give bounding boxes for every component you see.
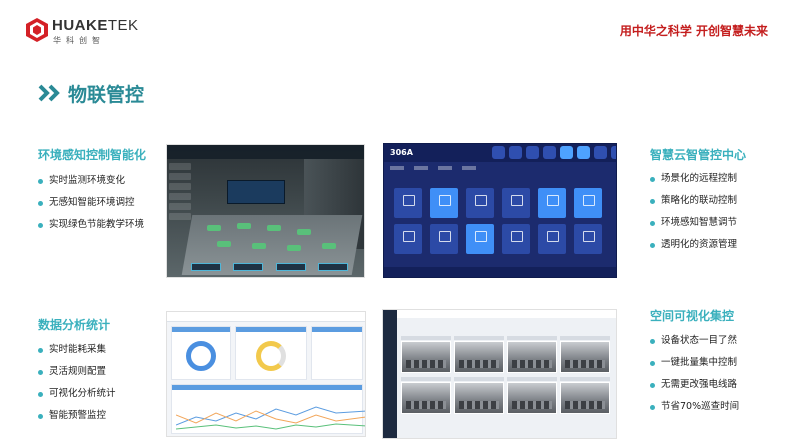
dashboard-header <box>167 312 365 322</box>
brand-logo: HUAKETEK 华科创智 <box>26 16 146 45</box>
device-tile-grid <box>394 188 602 254</box>
panel-topbar: 306A <box>384 144 616 162</box>
list-item: 环境感知智慧调节 <box>650 212 737 234</box>
panel-footer <box>384 267 616 277</box>
desk-icon <box>287 245 301 251</box>
panel-tabs <box>390 166 476 170</box>
scene-bar <box>185 263 354 273</box>
camera-sidebar <box>383 310 397 438</box>
device-tile <box>538 188 566 218</box>
dashboard-card <box>171 326 231 380</box>
bullet-list-space-visual: 设备状态一目了然 一键批量集中控制 无需更改强电线路 节省70%巡查时间 <box>650 330 739 418</box>
list-item: 一键批量集中控制 <box>650 352 739 374</box>
section-title-text: 物联管控 <box>68 83 145 106</box>
camera-view <box>454 382 504 414</box>
list-item: 策略化的联动控制 <box>650 190 737 212</box>
bullet-list-environment: 实时监测环境变化 无感知智能环境调控 实现绿色节能教学环境 <box>38 170 144 236</box>
list-item: 灵活规则配置 <box>38 361 116 383</box>
list-item: 实时能耗采集 <box>38 339 116 361</box>
brand-name: HUAKETEK <box>52 17 139 34</box>
device-tile <box>430 224 458 254</box>
list-item: 实时监测环境变化 <box>38 170 144 192</box>
list-item: 设备状态一目了然 <box>650 330 739 352</box>
device-tile <box>466 224 494 254</box>
statistics-dashboard-screenshot <box>166 311 366 437</box>
brand-name-part1: HUAKE <box>52 17 108 34</box>
room-display <box>227 180 285 204</box>
bullet-list-data-analysis: 实时能耗采集 灵活规则配置 可视化分析统计 智能预警监控 <box>38 339 116 427</box>
environment-3d-screenshot <box>166 144 365 278</box>
control-panel-screenshot: 306A <box>383 143 617 278</box>
hex-cube-logo-icon <box>26 18 48 42</box>
desk-icon <box>237 223 251 229</box>
dashboard-card <box>311 326 363 380</box>
brand-name-part2: TEK <box>107 17 139 34</box>
list-item: 实现绿色节能教学环境 <box>38 214 144 236</box>
device-tile <box>502 224 530 254</box>
camera-grid-screenshot <box>382 309 617 439</box>
screenshot-header <box>167 145 364 159</box>
room-number: 306A <box>390 148 413 157</box>
camera-view <box>560 382 610 414</box>
block-title-space-visual: 空间可视化集控 <box>650 309 735 323</box>
device-tile <box>538 224 566 254</box>
list-item: 场景化的远程控制 <box>650 168 737 190</box>
block-title-cloud-control: 智慧云智管控中心 <box>650 148 747 162</box>
block-title-environment: 环境感知控制智能化 <box>38 148 147 162</box>
block-title-data-analysis: 数据分析统计 <box>38 318 111 332</box>
list-item: 可视化分析统计 <box>38 383 116 405</box>
camera-view-grid <box>401 336 610 414</box>
donut-chart <box>256 341 286 371</box>
device-tile <box>466 188 494 218</box>
screenshot-sidebar <box>169 163 191 220</box>
camera-view <box>507 341 557 373</box>
list-item: 透明化的资源管理 <box>650 234 737 256</box>
trend-lines <box>176 406 365 430</box>
desk-icon <box>207 225 221 231</box>
panel-mode-icons <box>492 146 616 159</box>
device-tile <box>394 188 422 218</box>
list-item: 节省70%巡查时间 <box>650 396 739 418</box>
desk-icon <box>252 243 266 249</box>
camera-header <box>397 310 616 318</box>
slogan: 用中华之科学 开创智慧未来 <box>619 24 768 38</box>
camera-view <box>560 341 610 373</box>
desk-icon <box>322 243 336 249</box>
desk-icon <box>297 229 311 235</box>
desk-icon <box>217 241 231 247</box>
list-item: 无感知智能环境调控 <box>38 192 144 214</box>
list-item: 无需更改强电线路 <box>650 374 739 396</box>
camera-view <box>401 382 451 414</box>
camera-view <box>507 382 557 414</box>
double-chevron-icon <box>38 84 60 102</box>
dashboard-card <box>235 326 307 380</box>
device-tile <box>394 224 422 254</box>
device-tile <box>574 224 602 254</box>
donut-chart <box>186 341 216 371</box>
bullet-list-cloud-control: 场景化的远程控制 策略化的联动控制 环境感知智慧调节 透明化的资源管理 <box>650 168 737 256</box>
device-tile <box>502 188 530 218</box>
dashboard-trend-card <box>171 384 365 434</box>
section-title: 物联管控 <box>38 80 144 106</box>
camera-view <box>454 341 504 373</box>
list-item: 智能预警监控 <box>38 405 116 427</box>
device-tile <box>430 188 458 218</box>
device-tile <box>574 188 602 218</box>
desk-icon <box>267 225 281 231</box>
brand-name-cn: 华科创智 <box>53 36 105 45</box>
camera-view <box>401 341 451 373</box>
